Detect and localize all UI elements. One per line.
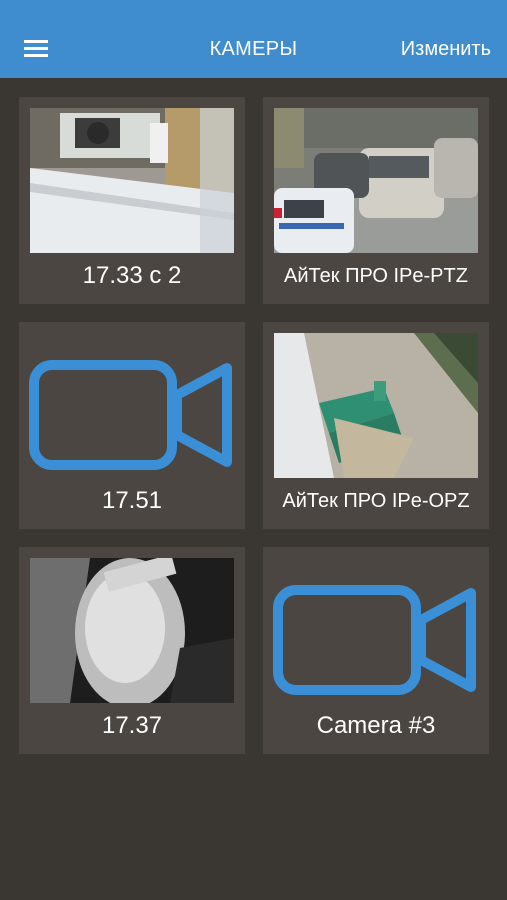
- camera-name: АйТек ПРО IPe-OPZ: [282, 490, 470, 512]
- camera-name: 17.51: [101, 487, 163, 514]
- camera-tile-17-37[interactable]: 17.37: [19, 547, 245, 754]
- video-camera-icon: [29, 360, 232, 470]
- camera-snapshot: [274, 108, 478, 253]
- camera-snapshot: [30, 108, 234, 253]
- video-camera-icon: [273, 585, 476, 695]
- camera-tile-17-33[interactable]: 17.33 c 2: [19, 97, 245, 304]
- camera-snapshot: [30, 558, 234, 703]
- camera-app: КАМЕРЫ Изменить 17.33 c 2 АйТек ПРО IPe-…: [0, 0, 507, 900]
- camera-tile-ipe-ptz[interactable]: АйТек ПРО IPe-PTZ: [263, 97, 489, 304]
- edit-button[interactable]: Изменить: [401, 38, 491, 61]
- camera-snapshot: [274, 333, 478, 478]
- camera-tile-17-51[interactable]: 17.51: [19, 322, 245, 529]
- camera-name: АйТек ПРО IPe-PTZ: [284, 265, 468, 287]
- camera-name: 17.37: [101, 712, 163, 739]
- top-bar: КАМЕРЫ Изменить: [0, 0, 507, 78]
- menu-button[interactable]: [22, 38, 52, 64]
- camera-tile-camera-3[interactable]: Camera #3: [263, 547, 489, 754]
- camera-name: Camera #3: [316, 712, 436, 739]
- camera-name: 17.33 c 2: [82, 262, 182, 289]
- hamburger-icon: [24, 40, 48, 57]
- camera-tile-ipe-opz[interactable]: АйТек ПРО IPe-OPZ: [263, 322, 489, 529]
